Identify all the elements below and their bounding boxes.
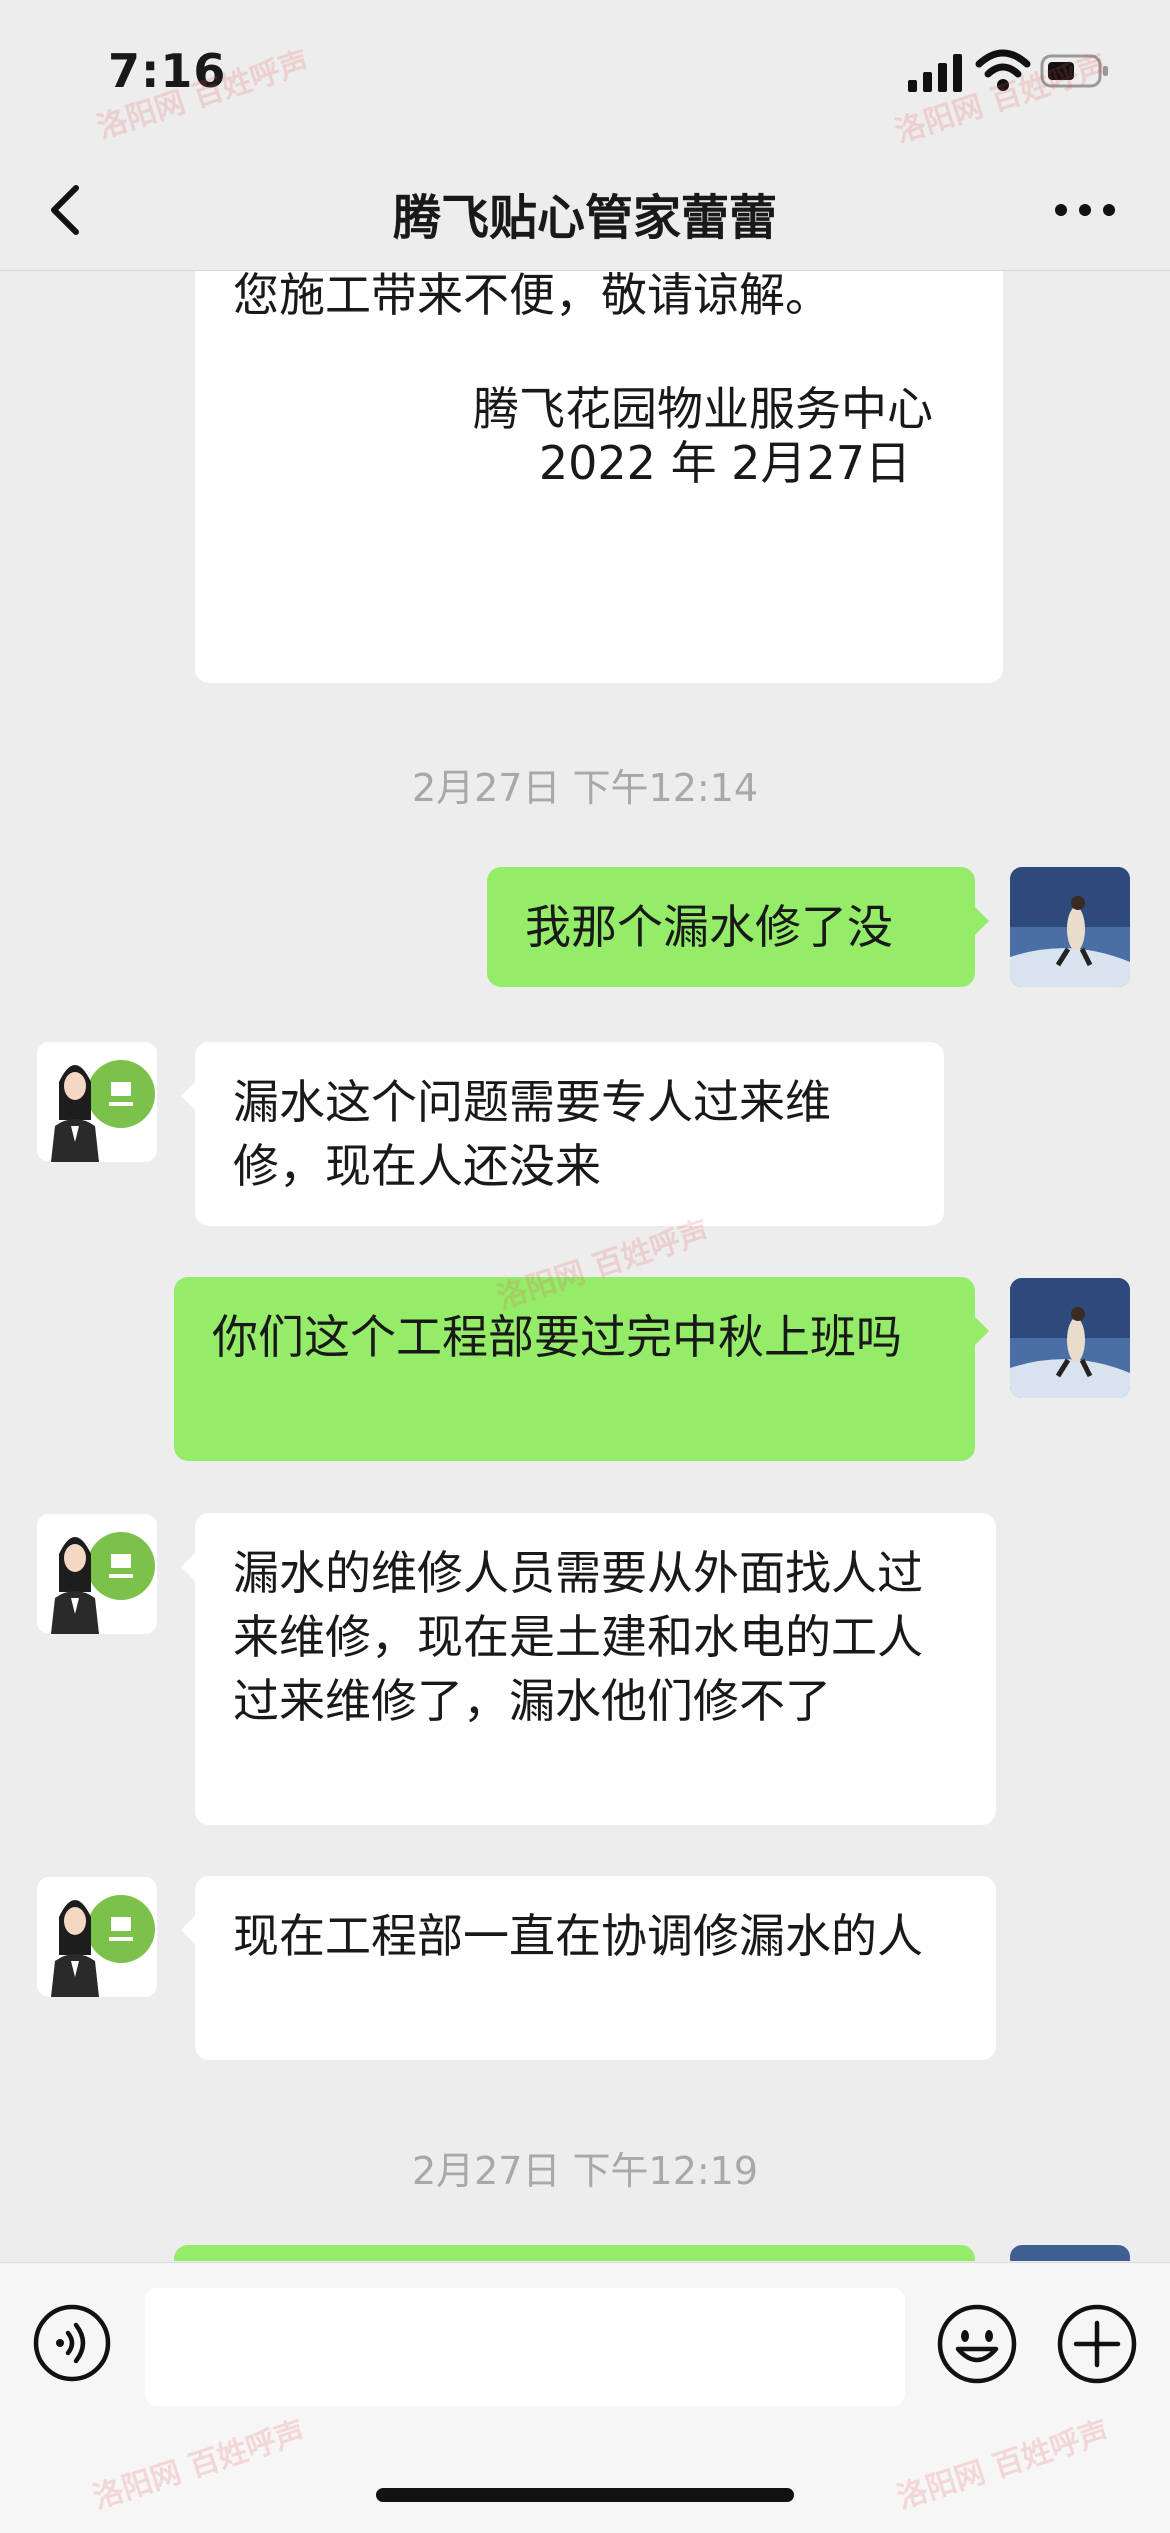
message-text: 你们这个工程部要过完中秋上班吗 [212,1310,902,1364]
notice-line: 您施工带来不便，敬请谅解。 [233,271,831,322]
message-text: 现在工程部一直在协调修漏水的人 [233,1909,923,1963]
incoming-message-bubble[interactable]: 现在工程部一直在协调修漏水的人 [181,1876,996,2060]
plus-icon[interactable] [1056,2303,1138,2385]
voice-icon[interactable] [32,2303,112,2383]
emoji-icon[interactable] [936,2303,1018,2385]
chat-title: 腾飞贴心管家蕾蕾 [392,190,777,246]
message-input[interactable] [145,2288,905,2406]
my-avatar-partial [1010,2245,1130,2261]
contact-avatar-image [37,1877,157,1997]
home-indicator[interactable] [376,2488,794,2502]
contact-avatar-image [37,1514,157,1634]
contact-avatar[interactable] [37,1877,157,1997]
nav-bar: 腾飞贴心管家蕾蕾 [0,150,1170,271]
message-text: 漏水这个问题需要专人过来维修，现在人还没来 [233,1075,831,1193]
user-avatar-image [1010,1278,1130,1398]
message-text: 我那个漏水修了没 [525,900,893,954]
message-text: 漏水的维修人员需要从外面找人过来维修，现在是土建和水电的工人过来维修了，漏水他们… [233,1546,923,1728]
my-avatar[interactable] [1010,867,1130,987]
incoming-message-bubble[interactable]: 漏水的维修人员需要从外面找人过来维修，现在是土建和水电的工人过来维修了，漏水他们… [181,1513,996,1825]
notice-message-bubble[interactable]: 您施工带来不便，敬请谅解。 腾飞花园物业服务中心 2022 年 2月27日 [195,271,1003,683]
incoming-message-bubble[interactable]: 漏水这个问题需要专人过来维修，现在人还没来 [181,1042,944,1226]
contact-avatar[interactable] [37,1514,157,1634]
more-dots-icon[interactable] [1050,185,1120,235]
user-avatar-image [1010,867,1130,987]
outgoing-message-bubble-partial[interactable] [174,2245,975,2261]
contact-avatar-image [37,1042,157,1162]
outgoing-message-bubble[interactable]: 你们这个工程部要过完中秋上班吗 [174,1277,989,1461]
contact-avatar[interactable] [37,1042,157,1162]
outgoing-message-bubble[interactable]: 我那个漏水修了没 [487,867,989,987]
timestamp: 2月27日 下午12:14 [411,766,759,810]
my-avatar[interactable] [1010,1278,1130,1398]
timestamp: 2月27日 下午12:19 [411,2149,759,2193]
notice-date: 2022 年 2月27日 [538,436,911,490]
